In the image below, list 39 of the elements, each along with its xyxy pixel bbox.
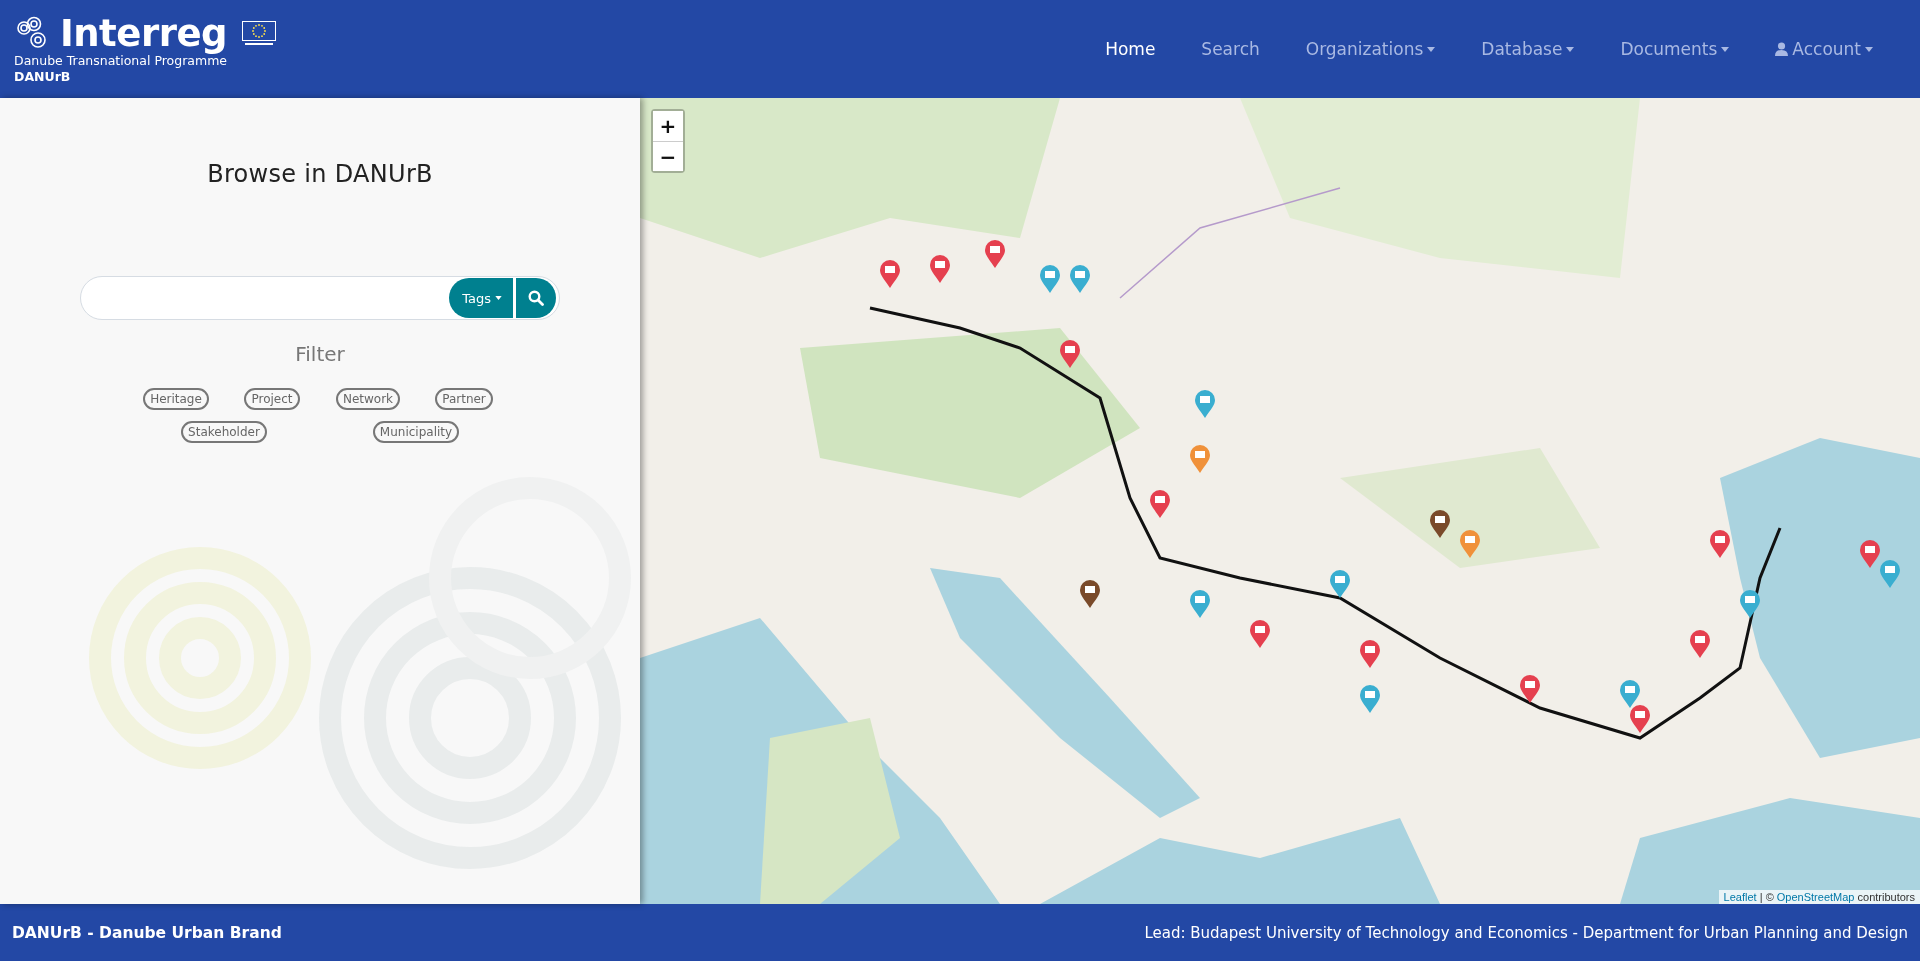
zoom-in-button[interactable]: + (653, 111, 683, 141)
nav-link[interactable]: Database (1458, 31, 1598, 67)
search-field[interactable]: Tags (80, 276, 560, 320)
nav-link[interactable]: Account (1752, 31, 1896, 67)
search-icon (528, 290, 544, 306)
nav-link[interactable]: Home (1082, 31, 1179, 67)
filter-chip[interactable]: Network (335, 388, 401, 410)
page-title: Browse in DANUrB (207, 160, 433, 188)
footer-credit: Lead: Budapest University of Technology and Economics - Department for Urban Planning and Design (1144, 923, 1908, 942)
nav-link[interactable]: Documents (1597, 31, 1753, 67)
filter-heading: Filter (295, 342, 345, 366)
logo-title: Interreg (60, 14, 227, 52)
leaflet-link[interactable]: Leaflet (1723, 891, 1757, 903)
caret-icon (1721, 46, 1730, 52)
map-pin-icon[interactable] (1740, 590, 1760, 618)
filter-chip[interactable]: Stakeholder (181, 421, 267, 443)
filter-chip[interactable]: Project (244, 388, 300, 410)
openstreetmap-link[interactable]: OpenStreetMap (1776, 891, 1855, 903)
map-pin-icon[interactable] (1080, 580, 1100, 608)
user-icon (1775, 42, 1789, 56)
filter-chip[interactable]: Municipality (372, 421, 460, 443)
nav-link[interactable]: Search (1178, 31, 1283, 67)
filter-chip[interactable]: Heritage (143, 388, 209, 410)
zoom-out-button[interactable]: − (653, 141, 683, 171)
tags-dropdown-button[interactable]: Tags (449, 278, 513, 318)
map-pin-icon[interactable] (1520, 675, 1540, 703)
eu-flag-icon (240, 20, 277, 46)
caret-icon (1427, 46, 1436, 52)
map-attribution: Leaflet | © OpenStreetMap contributors (1718, 890, 1920, 904)
caret-icon (495, 296, 502, 300)
project-name: DANUrB (14, 68, 72, 84)
map-pin-icon[interactable] (1430, 510, 1450, 538)
footer-title: DANUrB - Danube Urban Brand (12, 923, 282, 942)
map-pin-icon[interactable] (1330, 570, 1350, 598)
caret-icon (1566, 46, 1575, 52)
nav-link[interactable]: Organizations (1282, 31, 1459, 67)
filter-chip[interactable]: Partner (435, 388, 493, 410)
caret-icon (1865, 46, 1873, 52)
search-button[interactable] (516, 278, 556, 318)
